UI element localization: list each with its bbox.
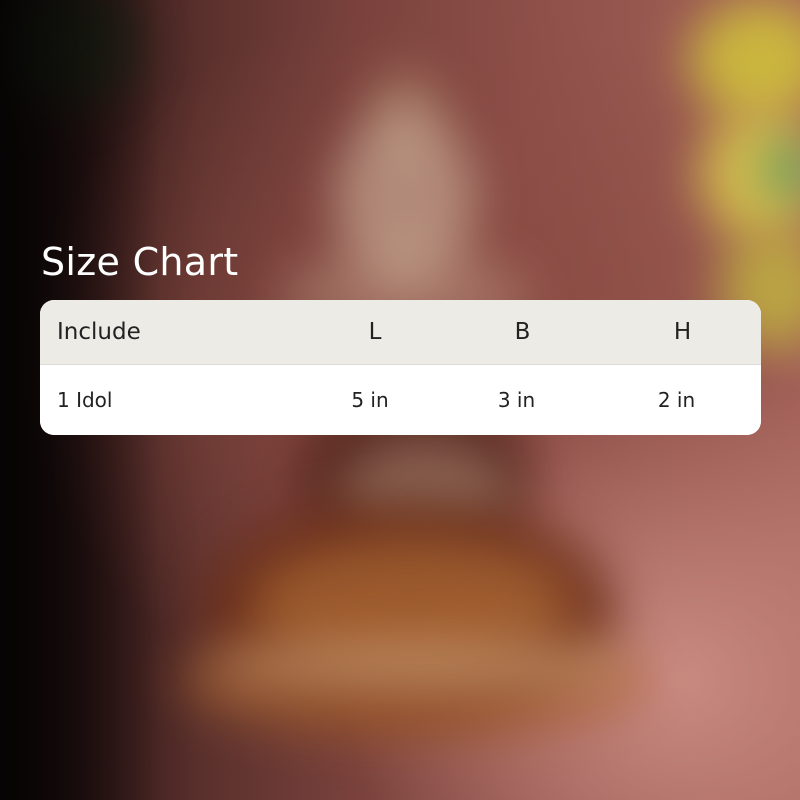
header-height: H xyxy=(673,319,692,345)
blurred-statue-base-highlight xyxy=(210,640,630,690)
page-title: Size Chart xyxy=(41,240,239,284)
table-row: 1 Idol 5 in 3 in 2 in xyxy=(40,365,761,435)
header-breadth: B xyxy=(514,319,531,345)
header-length: L xyxy=(368,319,382,345)
table-header-row: Include L B H xyxy=(40,300,761,365)
header-include: Include xyxy=(57,319,141,345)
cell-breadth: 3 in xyxy=(497,388,536,412)
blurred-yellow-flower xyxy=(690,0,800,120)
cell-length: 5 in xyxy=(351,388,389,412)
cell-height: 2 in xyxy=(657,388,696,412)
size-chart-table: Include L B H 1 Idol 5 in 3 in 2 in xyxy=(40,300,761,435)
cell-include: 1 Idol xyxy=(57,388,113,412)
